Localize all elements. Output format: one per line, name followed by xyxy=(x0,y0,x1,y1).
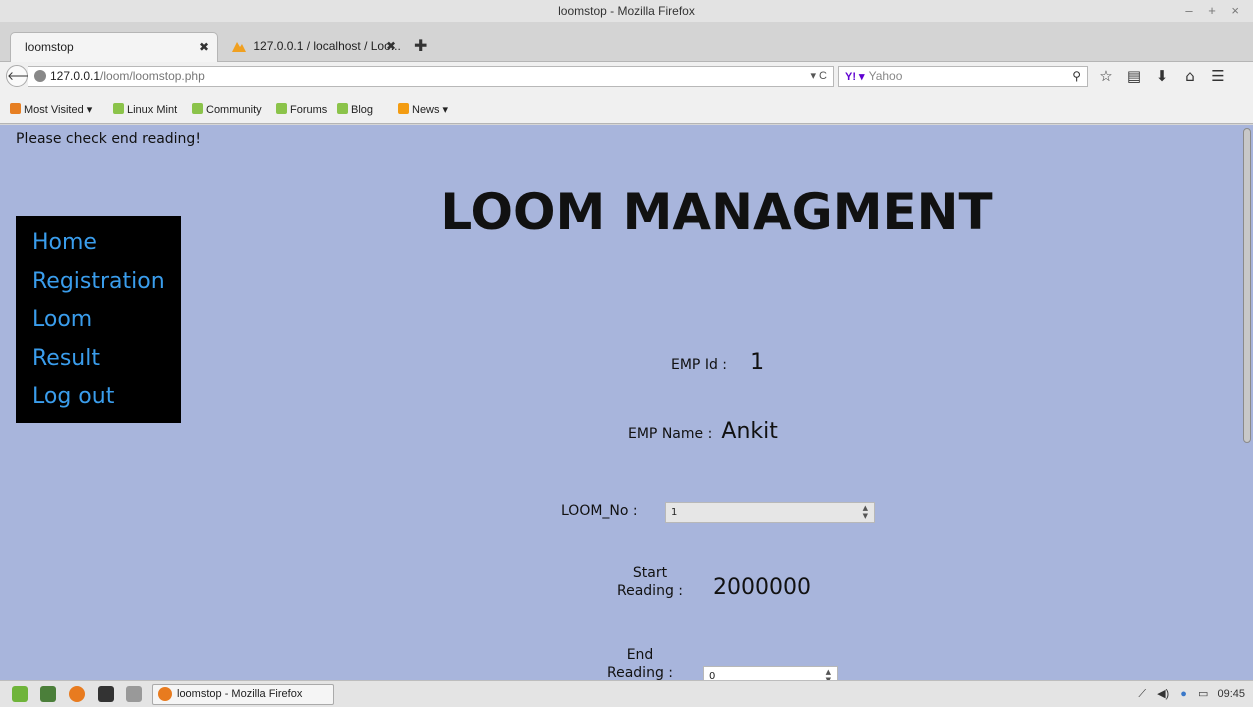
home-icon[interactable]: ⌂ xyxy=(1176,66,1204,87)
phpmyadmin-icon xyxy=(232,34,246,52)
folder-icon xyxy=(10,103,21,114)
emp-id-row: EMP Id : 1 xyxy=(671,350,764,375)
files-icon[interactable] xyxy=(126,686,142,702)
scrollbar-thumb[interactable] xyxy=(1243,128,1251,443)
clock[interactable]: 09:45 xyxy=(1217,688,1245,700)
globe-icon xyxy=(34,70,46,82)
vertical-scrollbar[interactable] xyxy=(1241,125,1253,680)
yahoo-icon: Y! ▾ xyxy=(845,71,865,83)
end-reading-input[interactable]: 0 ▲ ▼ xyxy=(703,666,838,680)
taskbar: loomstop - Mozilla Firefox ⟋ ◀) ● ▭ 09:4… xyxy=(0,680,1253,707)
menu-item-loom[interactable]: Loom xyxy=(16,305,181,344)
start-reading-value: 2000000 xyxy=(713,575,811,600)
url-bar[interactable]: 127.0.0.1/loom/loomstop.php ▾ C xyxy=(28,66,834,87)
spin-arrows-icon[interactable]: ▲ ▼ xyxy=(826,668,831,680)
show-desktop-icon[interactable] xyxy=(40,686,56,702)
new-tab-icon[interactable]: ✚ xyxy=(414,36,427,55)
tab-label: 127.0.0.1 / localhost / Loo... xyxy=(253,39,401,53)
emp-name-row: EMP Name : Ankit xyxy=(628,419,778,444)
menu-item-logout[interactable]: Log out xyxy=(16,382,181,421)
end-reading-label: End Reading : xyxy=(607,647,673,680)
search-input[interactable]: Y! ▾ Yahoo ⚲ xyxy=(838,66,1088,87)
search-icon[interactable]: ⚲ xyxy=(1072,67,1081,86)
bookmark-community[interactable]: Community xyxy=(192,103,262,116)
emp-name-value: Ankit xyxy=(721,419,778,444)
navigation-bar: 🡐 127.0.0.1/loom/loomstop.php ▾ C Y! ▾ Ya… xyxy=(0,62,1253,90)
mint-icon xyxy=(337,103,348,114)
taskbar-task-firefox[interactable]: loomstop - Mozilla Firefox xyxy=(152,684,334,705)
bookmarks-bar: Most Visited ▾ Linux Mint Community Foru… xyxy=(0,90,1253,124)
url-path: /loom/loomstop.php xyxy=(100,69,205,83)
rss-icon xyxy=(398,103,409,114)
bookmark-blog[interactable]: Blog xyxy=(337,103,373,116)
bookmark-star-icon[interactable]: ☆ xyxy=(1092,66,1120,87)
menu-item-result[interactable]: Result xyxy=(16,344,181,383)
close-tab-icon[interactable]: ✖ xyxy=(199,33,209,61)
menu-item-home[interactable]: Home xyxy=(16,228,181,267)
bookmark-most-visited[interactable]: Most Visited ▾ xyxy=(10,103,92,116)
side-menu: Home Registration Loom Result Log out xyxy=(16,216,181,423)
system-tray: ⟋ ◀) ● ▭ 09:45 xyxy=(1138,687,1245,701)
loom-no-stepper[interactable]: 1 ▲ ▼ xyxy=(665,502,875,523)
window-title: loomstop - Mozilla Firefox xyxy=(558,4,695,18)
page-title: LOOM MANAGMENT xyxy=(440,183,993,241)
start-reading-label: Start Reading : xyxy=(617,565,683,599)
update-icon[interactable]: ● xyxy=(1180,688,1187,700)
menu-item-registration[interactable]: Registration xyxy=(16,267,181,306)
battery-icon[interactable]: ▭ xyxy=(1198,688,1208,700)
emp-id-value: 1 xyxy=(750,350,765,375)
bookmark-news[interactable]: News ▾ xyxy=(398,103,448,116)
tab-bar: loomstop ✖ 127.0.0.1 / localhost / Loo..… xyxy=(0,22,1253,62)
close-tab-icon[interactable]: ✖ xyxy=(386,32,396,60)
firefox-icon[interactable] xyxy=(69,686,85,702)
toolbar-icons: ☆ ▤ ⬇ ⌂ ☰ xyxy=(1092,66,1232,87)
reload-icon[interactable]: ▾ C xyxy=(810,67,827,86)
emp-id-label: EMP Id : xyxy=(671,357,727,373)
alert-message: Please check end reading! xyxy=(16,131,201,147)
terminal-icon[interactable] xyxy=(98,686,114,702)
back-icon[interactable]: 🡐 xyxy=(6,65,39,87)
tab-phpmyadmin[interactable]: 127.0.0.1 / localhost / Loo... ✖ xyxy=(218,32,404,62)
bookmark-forums[interactable]: Forums xyxy=(276,103,327,116)
page-content: Please check end reading! LOOM MANAGMENT… xyxy=(0,125,1253,680)
search-placeholder: Yahoo xyxy=(868,69,903,83)
tab-label: loomstop xyxy=(25,40,74,54)
window-titlebar: loomstop - Mozilla Firefox – + × xyxy=(0,0,1253,22)
mint-menu-icon[interactable] xyxy=(12,686,28,702)
bookmark-linux-mint[interactable]: Linux Mint xyxy=(113,103,177,116)
download-icon[interactable]: ⬇ xyxy=(1148,66,1176,87)
volume-icon[interactable]: ◀) xyxy=(1157,688,1169,700)
mint-icon xyxy=(113,103,124,114)
tab-loomstop[interactable]: loomstop ✖ xyxy=(10,32,218,62)
emp-name-label: EMP Name : xyxy=(628,426,713,442)
loom-no-row: LOOM_No : xyxy=(561,500,638,519)
spin-arrows-icon[interactable]: ▲ ▼ xyxy=(863,504,868,520)
loom-no-label: LOOM_No : xyxy=(561,503,638,519)
window-controls[interactable]: – + × xyxy=(1185,0,1245,22)
network-icon[interactable]: ⟋ xyxy=(1138,688,1146,700)
mint-icon xyxy=(192,103,203,114)
menu-icon[interactable]: ☰ xyxy=(1204,66,1232,87)
reading-list-icon[interactable]: ▤ xyxy=(1120,66,1148,87)
firefox-icon xyxy=(158,687,172,701)
mint-icon xyxy=(276,103,287,114)
url-host: 127.0.0.1 xyxy=(50,69,101,83)
